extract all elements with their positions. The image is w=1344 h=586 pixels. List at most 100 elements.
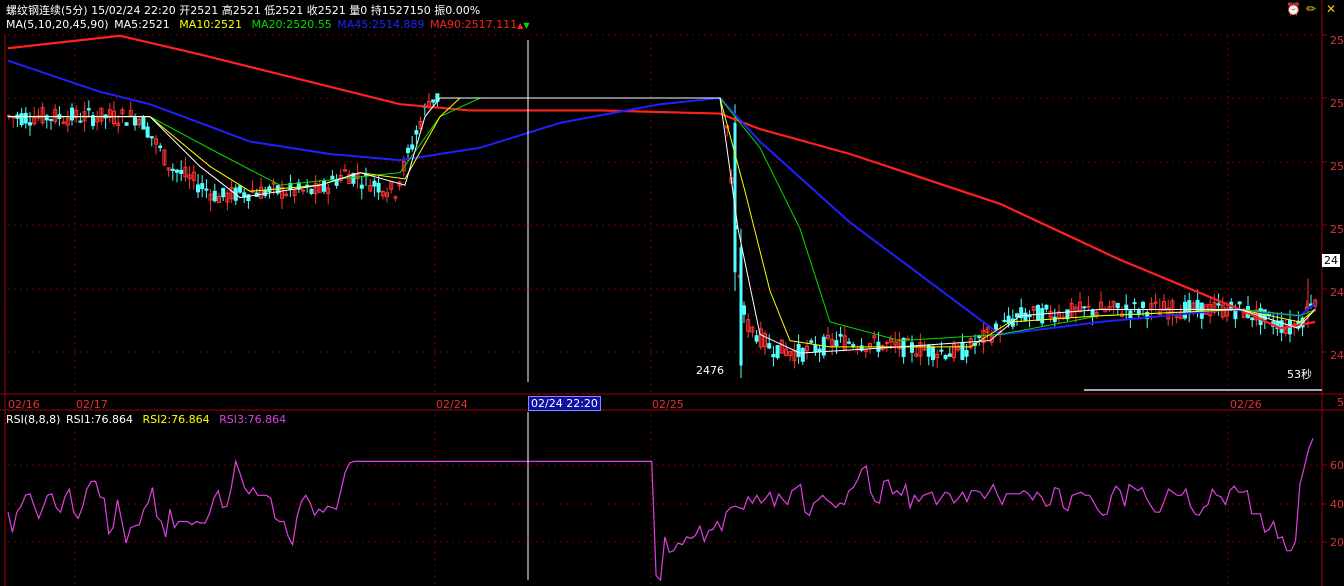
candle-body bbox=[1015, 313, 1019, 318]
ma45-value: MA45:2514.889 bbox=[337, 18, 425, 31]
price-axis-label: 25 bbox=[1330, 223, 1344, 236]
candle-body bbox=[200, 183, 205, 190]
candle-body bbox=[939, 349, 944, 352]
date-label-0226: 02/26 bbox=[1230, 398, 1262, 411]
rsi-series bbox=[7, 438, 1314, 582]
cursor-date-label: 02/24 22:20 bbox=[528, 396, 601, 411]
price-axis-label: 24 bbox=[1330, 286, 1344, 299]
current-price-tag: 24 bbox=[1322, 254, 1340, 267]
candle-body bbox=[1132, 302, 1137, 305]
ma-legend: MA(5,10,20,45,90) MA5:2521 MA10:2521 MA2… bbox=[6, 18, 535, 33]
candle-body bbox=[1141, 301, 1145, 309]
candle-body bbox=[817, 348, 822, 353]
candle-body bbox=[1086, 305, 1091, 308]
candle-body bbox=[49, 118, 53, 121]
price-axis-label: 25 bbox=[1330, 97, 1344, 110]
candle-body bbox=[1115, 302, 1120, 309]
candle-body bbox=[141, 116, 146, 130]
price-axis-label: 24 bbox=[1330, 349, 1344, 362]
date-label-0216: 02/16 bbox=[8, 398, 40, 411]
candle-body bbox=[1065, 309, 1070, 320]
candle-body bbox=[204, 188, 209, 191]
candle-body bbox=[1237, 301, 1242, 305]
date-label-0224: 02/24 bbox=[436, 398, 468, 411]
candle-body bbox=[301, 189, 305, 192]
candle-body bbox=[19, 113, 24, 126]
candle-body bbox=[78, 120, 83, 123]
candle-body bbox=[739, 247, 743, 366]
close-icon[interactable]: ✕ bbox=[1326, 2, 1336, 16]
candle-body bbox=[196, 184, 200, 193]
candle-body bbox=[1233, 310, 1238, 320]
candle-body bbox=[1044, 304, 1049, 310]
candle-body bbox=[847, 341, 851, 344]
volume-value: 量0 bbox=[349, 4, 368, 17]
price-axis-label: 25 bbox=[1330, 160, 1344, 173]
candle-body bbox=[322, 180, 326, 192]
ma5-value: MA5:2521 bbox=[114, 18, 170, 31]
low-price-annotation: 2476 bbox=[696, 364, 724, 377]
candle-body bbox=[834, 340, 839, 347]
ma90-value: MA90:2517.111 bbox=[429, 18, 518, 31]
amplitude-value: 振0.00% bbox=[434, 4, 481, 17]
candle-body bbox=[775, 345, 780, 359]
candle-body bbox=[212, 190, 217, 202]
symbol-name: 螺纹钢连续 bbox=[6, 4, 61, 17]
candle-body bbox=[1187, 300, 1192, 313]
pencil-icon[interactable]: ✏ bbox=[1306, 2, 1316, 16]
chart-grid bbox=[0, 0, 1344, 586]
candle-body bbox=[771, 353, 776, 358]
candle-body bbox=[149, 136, 154, 139]
candle-body bbox=[910, 342, 914, 353]
ma45-line bbox=[7, 59, 1316, 336]
rsi1-value: RSI1:76.864 bbox=[65, 413, 134, 426]
date-label-0217: 02/17 bbox=[76, 398, 108, 411]
rsi3-value: RSI3:76.864 bbox=[219, 413, 287, 426]
candle-body bbox=[70, 107, 74, 121]
date-label-0225: 02/25 bbox=[652, 398, 684, 411]
position-value: 持1527150 bbox=[370, 4, 431, 17]
candle-body bbox=[1250, 317, 1255, 321]
ma90-line bbox=[7, 34, 1316, 330]
rsi-axis-label: 40 bbox=[1330, 498, 1344, 511]
ma20-value: MA20:2520.55 bbox=[251, 18, 332, 31]
candle-body bbox=[994, 323, 998, 330]
alarm-clock-icon[interactable]: ⏰ bbox=[1286, 2, 1301, 16]
price-axis-label: 25 bbox=[1330, 34, 1344, 47]
quote-time: 15/02/24 22:20 bbox=[91, 4, 176, 17]
candle-body bbox=[1199, 302, 1204, 319]
volume-axis-label: 5 bbox=[1337, 396, 1344, 409]
candle-body bbox=[1040, 308, 1045, 324]
candle-body bbox=[742, 305, 746, 315]
candle-body bbox=[1183, 301, 1187, 319]
candle-body bbox=[238, 185, 242, 193]
candle-body bbox=[943, 354, 948, 360]
candle-body bbox=[309, 188, 314, 194]
candle-body bbox=[1153, 301, 1158, 304]
candle-body bbox=[813, 344, 818, 353]
candle-body bbox=[359, 184, 364, 189]
rsi3-line bbox=[7, 438, 1314, 582]
candle-body bbox=[170, 168, 175, 171]
open-value: 开2521 bbox=[179, 4, 219, 17]
candle-body bbox=[1002, 319, 1007, 322]
quote-header: 螺纹钢连续(5分) 15/02/24 22:20 开2521 高2521 低25… bbox=[6, 2, 480, 17]
candle-body bbox=[406, 147, 410, 154]
candle-body bbox=[767, 343, 772, 349]
rsi-legend: RSI(8,8,8) RSI1:76.864 RSI2:76.864 RSI3:… bbox=[6, 413, 292, 426]
candle-body bbox=[901, 337, 906, 357]
candle-body bbox=[931, 346, 935, 361]
candle-body bbox=[800, 347, 805, 362]
candle-body bbox=[158, 145, 163, 149]
chart-canvas bbox=[0, 0, 1344, 586]
low-value: 低2521 bbox=[264, 4, 304, 17]
candle-body bbox=[947, 353, 952, 357]
candle-body bbox=[1124, 304, 1129, 311]
candle-body bbox=[410, 144, 415, 150]
candle-body bbox=[175, 169, 179, 173]
candle-body bbox=[124, 122, 129, 126]
rsi-axis-label: 60 bbox=[1330, 459, 1344, 472]
candle-body bbox=[1036, 305, 1040, 321]
candle-body bbox=[86, 108, 91, 111]
period-label: (5分) bbox=[61, 4, 88, 17]
